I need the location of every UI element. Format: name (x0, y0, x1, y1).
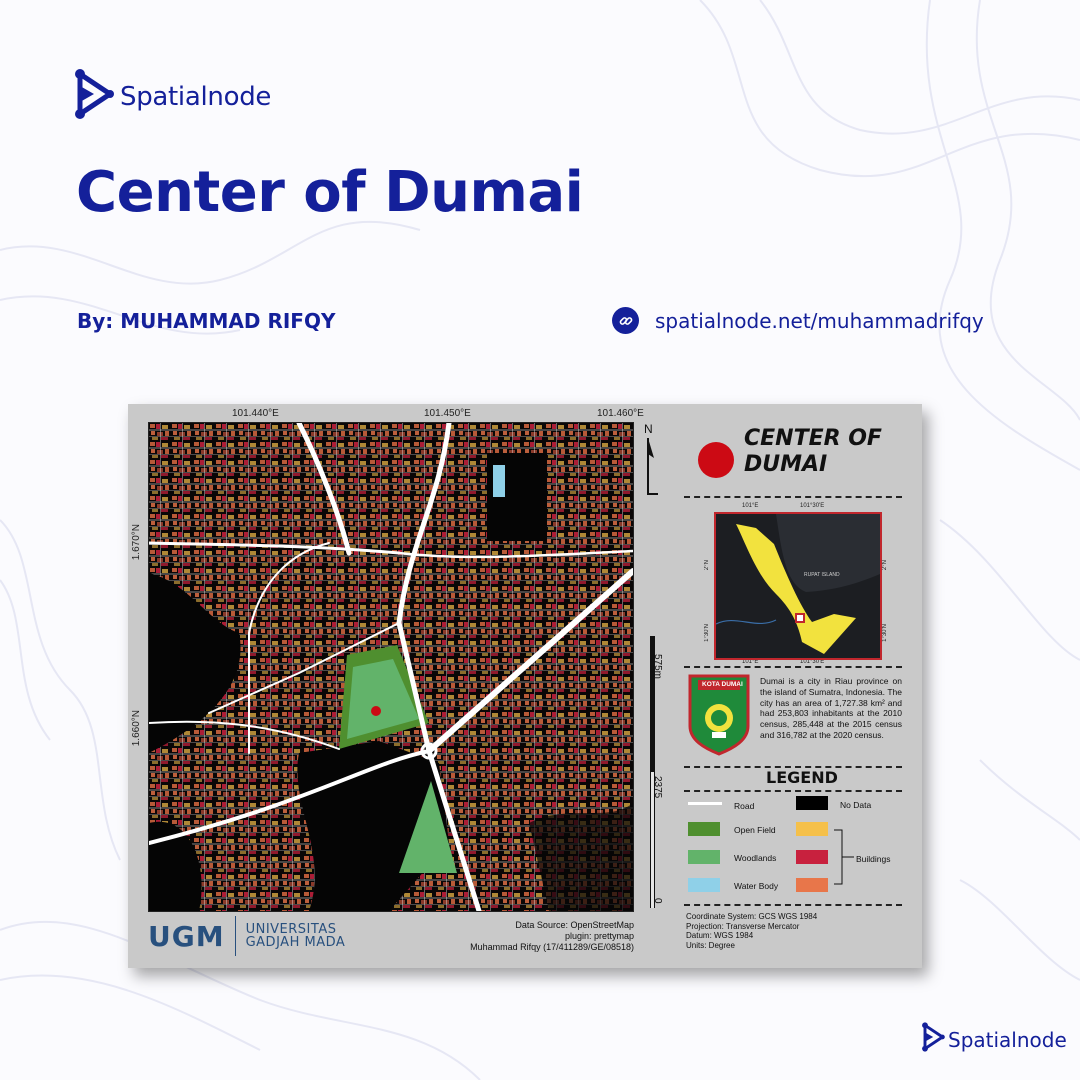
author-line: By: MUHAMMAD RIFQY (77, 309, 336, 333)
ugm-logo: UGM UNIVERSITAS GADJAH MADA (148, 916, 345, 956)
inset-top-tick-1: 101°E (742, 503, 759, 509)
legend-swatch-openfield (688, 822, 720, 836)
author-credit: Muhammad Rifqy (17/411289/GE/08518) (470, 942, 634, 952)
legend-swatch-water (688, 878, 720, 892)
legend-label-buildings: Buildings (856, 854, 891, 864)
page-title: Center of Dumai (76, 160, 584, 225)
legend-swatch-buildings-2 (796, 850, 828, 864)
kota-dumai-crest: KOTA DUMAI (688, 674, 750, 761)
north-label: N (644, 422, 653, 436)
lat-label-2: 1.660°N (131, 710, 142, 747)
profile-link[interactable]: spatialnode.net/muhammadrifqy (612, 307, 984, 334)
rupat-island-label: RUPAT ISLAND (804, 572, 840, 578)
ugm-logo-text: UGM (148, 919, 225, 953)
brand-name: Spatialnode (120, 81, 272, 112)
legend-label-nodata: No Data (840, 800, 872, 810)
scale-label-0: 0 (652, 898, 663, 904)
data-source: Data Source: OpenStreetMap (515, 920, 634, 930)
legend-label-road: Road (734, 801, 755, 811)
city-description: Dumai is a city in Riau province on the … (760, 676, 902, 740)
scale-label-575: 575m (652, 654, 663, 680)
inset-right-tick-1: 2°N (882, 560, 888, 571)
legend-swatch-road (688, 802, 722, 805)
legend-swatch-buildings-1 (796, 822, 828, 836)
map-credits: Data Source: OpenStreetMap plugin: prett… (470, 920, 634, 953)
legend-label-openfield: Open Field (734, 825, 776, 835)
legend-swatch-buildings-3 (796, 878, 828, 892)
link-icon (612, 307, 639, 334)
lon-label-1: 101.440°E (232, 408, 279, 419)
inset-left-tick-1: 2°N (704, 560, 710, 571)
profile-link-text: spatialnode.net/muhammadrifqy (655, 308, 984, 333)
side-title: CENTER OF DUMAI (744, 426, 882, 477)
inset-left-tick-2: 1°30'N (704, 624, 710, 642)
legend-title: LEGEND (766, 768, 838, 787)
inset-right-tick-2: 1°30'N (882, 624, 888, 642)
legend-label-woodlands: Woodlands (734, 853, 777, 863)
lat-label-1: 1.670°N (131, 524, 142, 561)
projection-info: Coordinate System: GCS WGS 1984 Projecti… (686, 912, 818, 950)
spatialnode-brand[interactable]: Spatialnode (68, 66, 271, 127)
legend-bracket (834, 829, 854, 885)
location-dot-icon (698, 442, 734, 478)
lon-label-2: 101.450°E (424, 408, 471, 419)
university-line-2: GADJAH MADA (245, 935, 346, 950)
play-node-icon (68, 66, 116, 127)
city-map (148, 422, 634, 912)
map-poster: 101.440°E 101.450°E 101.460°E 1.670°N 1.… (128, 404, 922, 968)
plugin-credit: plugin: prettymap (564, 931, 634, 941)
spatialnode-footer-brand[interactable]: Spatialnode (918, 1020, 1067, 1059)
crest-label: KOTA DUMAI (702, 681, 743, 688)
lon-label-3: 101.460°E (597, 408, 644, 419)
legend-swatch-woodlands (688, 850, 720, 864)
scale-label-2375: 2375 (652, 776, 663, 799)
footer-brand-name: Spatialnode (948, 1027, 1067, 1052)
play-node-icon (918, 1020, 946, 1059)
inset-top-tick-2: 101°30'E (800, 503, 825, 509)
inset-locator-map: RUPAT ISLAND (714, 512, 882, 660)
legend-swatch-nodata (796, 796, 828, 810)
legend-label-water: Water Body (734, 881, 779, 891)
